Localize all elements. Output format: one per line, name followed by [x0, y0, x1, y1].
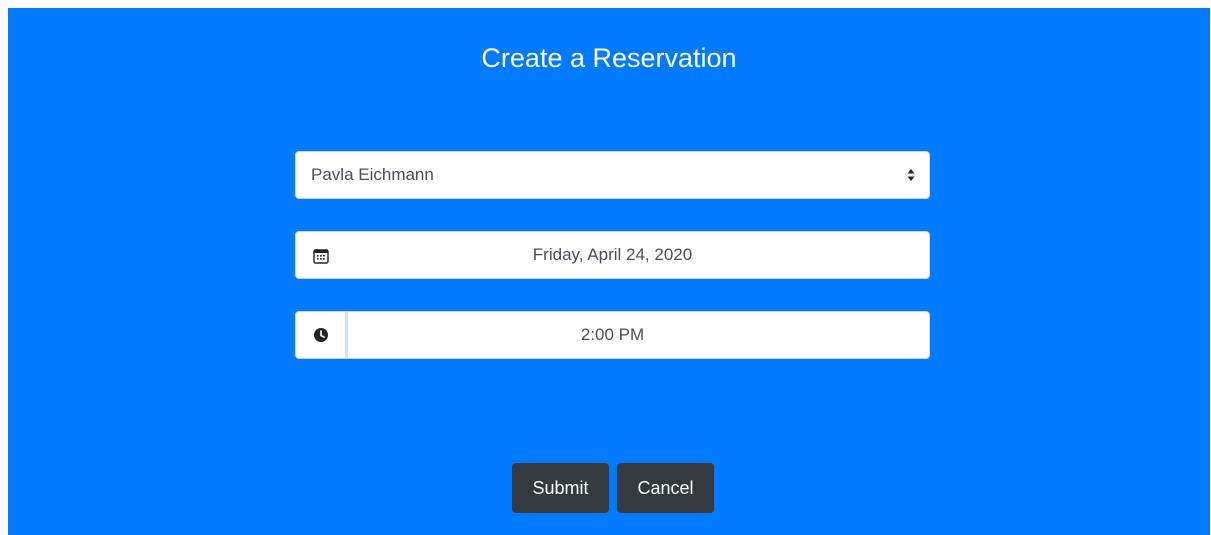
guest-select-value: Pavla Eichmann	[311, 165, 434, 184]
reservation-panel: Create a Reservation Pavla Eichmann Frid…	[8, 8, 1210, 535]
time-picker-field[interactable]: 2:00 PM	[295, 311, 930, 359]
cancel-button[interactable]: Cancel	[617, 463, 714, 513]
submit-button[interactable]: Submit	[512, 463, 609, 513]
date-value: Friday, April 24, 2020	[532, 245, 693, 264]
select-arrows-icon	[907, 169, 915, 181]
page-title: Create a Reservation	[481, 43, 737, 73]
guest-select[interactable]: Pavla Eichmann	[295, 151, 930, 199]
date-picker-field[interactable]: Friday, April 24, 2020	[295, 231, 930, 279]
time-value: 2:00 PM	[580, 325, 645, 344]
